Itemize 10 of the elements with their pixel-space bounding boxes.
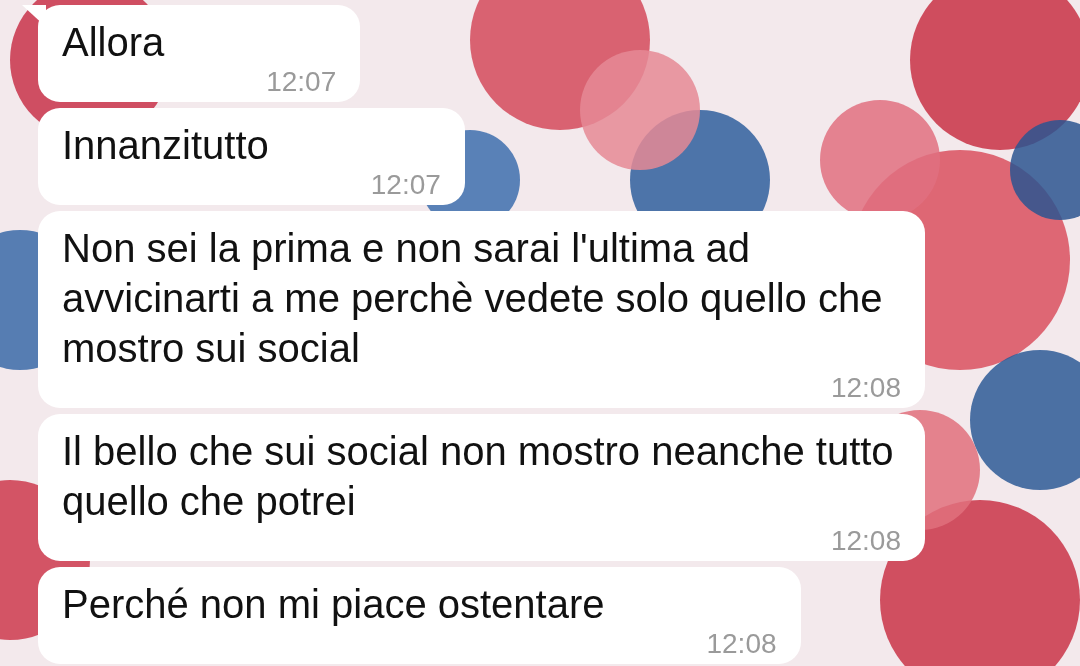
message-text: Perché non mi piace ostentare <box>62 581 606 628</box>
message-time: 12:08 <box>830 527 901 555</box>
message-time: 12:07 <box>370 171 441 199</box>
message-text: Innanzitutto <box>62 122 270 169</box>
message-text: Non sei la prima e non sarai l'ultima ad avvicinarti a me perchè vedete solo quello che mostro sui social <box>62 225 884 372</box>
message-time: 12:08 <box>706 630 777 658</box>
message-time: 12:08 <box>830 374 901 402</box>
message-time: 12:07 <box>266 68 337 96</box>
message-text: Il bello che sui social non mostro neanche tutto quello che potrei <box>62 428 895 525</box>
message-text: Allora <box>62 19 166 66</box>
